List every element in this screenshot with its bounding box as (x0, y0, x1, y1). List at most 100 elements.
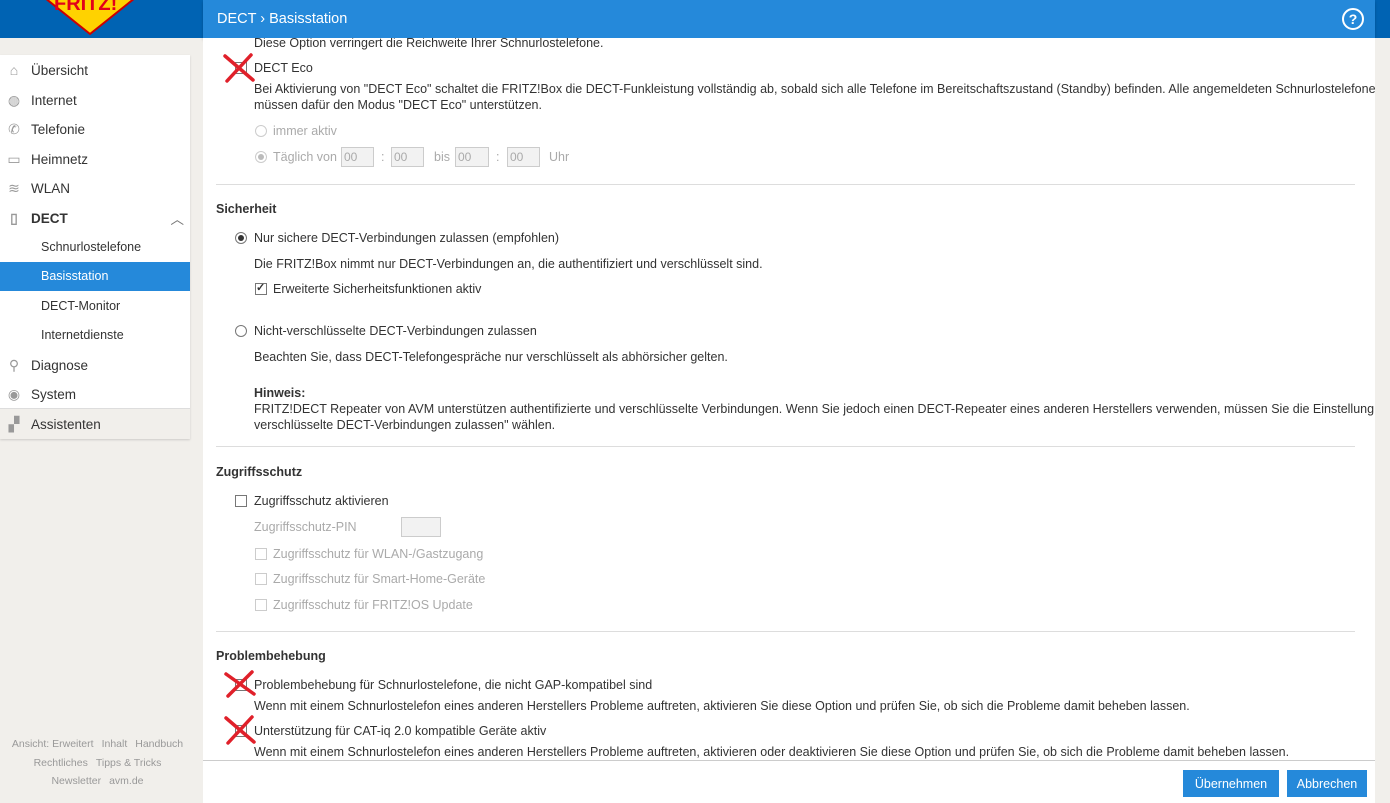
unencrypted-desc: Beachten Sie, dass DECT-Telefongespräche… (254, 350, 728, 364)
dect-eco-label: DECT Eco (254, 61, 313, 75)
divider (216, 631, 1355, 632)
svg-text:FRITZ!: FRITZ! (54, 0, 117, 15)
label: Diagnose (31, 358, 89, 373)
from-minute-input[interactable]: 00 (391, 147, 424, 167)
gap-label: Problembehebung für Schnurlostelefone, d… (254, 678, 653, 692)
globe-icon: ◍ (7, 92, 21, 108)
bis-label: bis (434, 150, 450, 164)
label: Übersicht (31, 63, 89, 78)
catiq-label: Unterstützung für CAT-iq 2.0 kompatible … (254, 724, 547, 738)
divider (216, 446, 1355, 447)
label: Telefonie (31, 122, 86, 137)
extended-security-checkbox[interactable] (255, 281, 267, 295)
unencrypted-label: Nicht-verschlüsselte DECT-Verbindungen z… (254, 324, 537, 338)
network-icon: ▭ (7, 151, 21, 167)
apply-button[interactable]: Übernehmen (1183, 770, 1279, 797)
red-x-annotation-icon (224, 670, 256, 698)
diagnose-icon: ⚲ (8, 357, 20, 373)
home-icon: ⌂ (9, 62, 19, 78)
label: Assistenten (31, 417, 101, 432)
sidebar-sub-internetdienste[interactable]: Internetdienste (0, 321, 190, 350)
sidebar-item-telefonie[interactable]: ✆ Telefonie (0, 115, 190, 144)
access-title: Zugriffsschutz (216, 465, 303, 479)
secure-only-desc: Die FRITZ!Box nimmt nur DECT-Verbindunge… (254, 257, 763, 271)
link-ansicht[interactable]: Ansicht: Erweitert (12, 738, 94, 750)
security-title: Sicherheit (216, 202, 277, 216)
page-header: DECT › Basisstation ? (203, 0, 1375, 38)
access-smarthome-checkbox[interactable] (255, 573, 267, 585)
access-wlan-checkbox[interactable] (255, 548, 267, 560)
breadcrumb-separator: › (260, 11, 266, 27)
sidebar-item-internet[interactable]: ◍ Internet (0, 86, 190, 115)
help-icon[interactable]: ? (1342, 8, 1364, 30)
eco-top-text: Diese Option verringert die Reichweite I… (254, 38, 604, 50)
link-inhalt[interactable]: Inhalt (102, 738, 128, 750)
action-bar: Übernehmen Abbrechen (203, 760, 1375, 803)
sidebar-sub-schnurlostelefone[interactable]: Schnurlostelefone (0, 233, 190, 262)
link-newsletter[interactable]: Newsletter (51, 775, 101, 787)
eco-desc-2: müssen dafür den Modus "DECT Eco" unters… (254, 98, 542, 112)
unencrypted-radio[interactable] (235, 325, 247, 337)
link-handbuch[interactable]: Handbuch (135, 738, 183, 750)
colon: : (496, 150, 500, 164)
wifi-icon: ≋ (8, 180, 20, 196)
link-avm[interactable]: avm.de (109, 775, 143, 787)
footer-links: Ansicht: Erweitert Inhalt Handbuch Rechtli… (0, 735, 195, 791)
sidebar-item-heimnetz[interactable]: ▭ Heimnetz (0, 145, 190, 174)
trouble-title: Problembehebung (216, 649, 326, 663)
always-active-radio[interactable] (255, 125, 267, 137)
sidebar-sub-basisstation[interactable]: Basisstation (0, 262, 190, 291)
access-enable-checkbox[interactable] (235, 495, 247, 507)
breadcrumb-current: Basisstation (269, 11, 348, 27)
uhr-label: Uhr (549, 150, 570, 164)
sidebar-item-uebersicht[interactable]: ⌂ Übersicht (0, 56, 190, 85)
to-minute-input[interactable]: 00 (507, 147, 540, 167)
access-enable-label: Zugriffsschutz aktivieren (254, 494, 389, 508)
sidebar-item-dect[interactable]: ▯ DECT ︿ (0, 204, 190, 233)
scrollbar[interactable] (1375, 38, 1390, 803)
secure-only-label: Nur sichere DECT-Verbindungen zulassen (… (254, 231, 560, 245)
link-rechtliches[interactable]: Rechtliches (34, 757, 88, 769)
extended-security-label: Erweiterte Sicherheitsfunktionen aktiv (273, 282, 482, 296)
always-active-label: immer aktiv (273, 124, 337, 138)
label: WLAN (31, 181, 71, 196)
from-hour-input[interactable]: 00 (341, 147, 374, 167)
sidebar-sub-dect-monitor[interactable]: DECT-Monitor (0, 292, 190, 321)
gap-desc: Wenn mit einem Schnurlostelefon eines an… (254, 699, 1190, 713)
sidebar-item-diagnose[interactable]: ⚲ Diagnose (0, 351, 190, 380)
catiq-desc: Wenn mit einem Schnurlostelefon eines an… (254, 745, 1290, 759)
secure-only-radio[interactable] (235, 232, 247, 244)
daily-label: Täglich von (273, 150, 337, 164)
phone-icon: ✆ (8, 121, 20, 137)
assistant-icon: ▞ (8, 416, 20, 432)
sidebar: ⌂ Übersicht ◍ Internet ✆ Telefonie ▭ Heimnet… (0, 55, 190, 439)
eco-desc-1: Bei Aktivierung von "DECT Eco" schaltet … (254, 82, 1375, 96)
pin-label: Zugriffsschutz-PIN (254, 520, 357, 534)
label: Internet (31, 93, 77, 108)
link-tipps[interactable]: Tipps & Tricks (96, 757, 162, 769)
red-x-annotation-icon (223, 53, 255, 83)
dect-phone-icon: ▯ (10, 210, 18, 226)
sidebar-item-assistenten[interactable]: ▞ Assistenten (0, 410, 190, 439)
label: System (31, 387, 77, 402)
pin-input[interactable] (401, 517, 441, 537)
label: DECT (31, 211, 68, 226)
access-update-label: Zugriffsschutz für FRITZ!OS Update (273, 598, 473, 612)
breadcrumb-dect[interactable]: DECT (217, 11, 256, 27)
cancel-button[interactable]: Abbrechen (1287, 770, 1367, 797)
access-wlan-label: Zugriffsschutz für WLAN-/Gastzugang (273, 547, 484, 561)
access-smarthome-label: Zugriffsschutz für Smart-Home-Geräte (273, 572, 486, 586)
chevron-up-icon[interactable]: ︿ (171, 208, 185, 228)
colon: : (381, 150, 385, 164)
access-update-checkbox[interactable] (255, 599, 267, 611)
hint-text-2: verschlüsselte DECT-Verbindungen zulasse… (254, 418, 556, 432)
red-x-annotation-icon (224, 715, 256, 745)
sidebar-item-wlan[interactable]: ≋ WLAN (0, 174, 190, 203)
daily-radio[interactable] (255, 151, 267, 163)
main-content: Diese Option verringert die Reichweite I… (203, 38, 1375, 760)
sidebar-item-system[interactable]: ◉ System (0, 380, 190, 409)
hint-text-1: FRITZ!DECT Repeater von AVM unterstützen… (254, 402, 1375, 416)
to-hour-input[interactable]: 00 (455, 147, 489, 167)
divider (216, 184, 1355, 185)
system-icon: ◉ (7, 386, 21, 402)
